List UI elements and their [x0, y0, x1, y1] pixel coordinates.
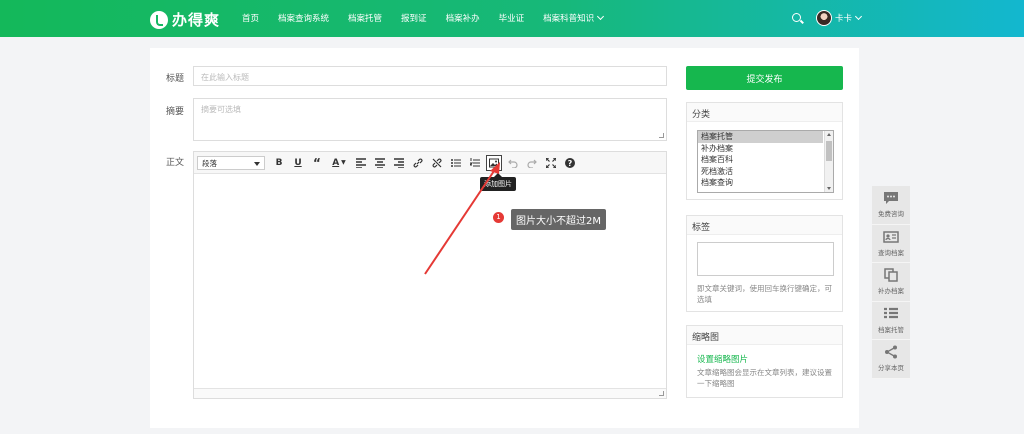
chevron-down-icon: [854, 12, 863, 21]
scroll-up-icon[interactable]: [827, 133, 831, 136]
category-option[interactable]: 档案百科: [698, 154, 823, 166]
side-archive-hosting[interactable]: 档案托管: [872, 302, 910, 340]
side-label: 查询档案: [878, 248, 904, 257]
nav-archive-hosting[interactable]: 档案托管: [348, 12, 382, 24]
copy-icon: [884, 268, 898, 282]
paragraph-format-select[interactable]: 段落: [197, 155, 265, 170]
paragraph-format-value: 段落: [202, 158, 217, 168]
side-label: 档案托管: [878, 325, 904, 334]
side-share-page[interactable]: 分享本页: [872, 340, 910, 379]
listbox-scrollbar[interactable]: [824, 131, 833, 192]
title-input[interactable]: 在此输入标题: [193, 66, 667, 86]
category-option[interactable]: 档案查询: [698, 177, 823, 189]
side-label: 分享本页: [878, 364, 904, 373]
tags-help-text: 即文章关键词，使用回车换行键确定，可选填: [697, 284, 832, 304]
submit-publish-button[interactable]: 提交发布: [686, 66, 843, 90]
scroll-down-icon[interactable]: [827, 187, 831, 190]
tags-panel-title: 标签: [687, 216, 842, 235]
nav-report-card[interactable]: 报到证: [401, 12, 427, 24]
title-placeholder: 在此输入标题: [201, 73, 249, 82]
id-card-icon: [883, 231, 899, 243]
search-icon[interactable]: [792, 13, 801, 22]
avatar: [816, 10, 832, 26]
tags-panel: 标签 即文章关键词，使用回车换行键确定，可选填: [686, 215, 843, 312]
summary-textarea[interactable]: 摘要可选填: [193, 98, 667, 141]
site-logo[interactable]: 办得爽: [150, 9, 220, 30]
resize-handle-icon[interactable]: [659, 133, 664, 138]
scrollbar-thumb[interactable]: [826, 141, 832, 161]
align-right-icon[interactable]: [391, 155, 407, 171]
user-menu[interactable]: 卡卡: [816, 10, 863, 26]
summary-label: 摘要: [166, 107, 185, 117]
image-size-tip-text: 图片大小不超过2M: [516, 216, 601, 227]
tip-number-badge: 1: [493, 212, 504, 223]
nav-archive-knowledge[interactable]: 档案科普知识: [543, 12, 605, 24]
editor-statusbar: [194, 388, 666, 398]
image-size-tip: 图片大小不超过2M: [511, 209, 606, 230]
side-reissue-archive[interactable]: 补办档案: [872, 263, 910, 302]
category-option[interactable]: 档案托管: [698, 131, 823, 143]
nav-archive-knowledge-label: 档案科普知识: [543, 14, 595, 24]
side-query-archive[interactable]: 查询档案: [872, 225, 910, 263]
nav-archive-reissue[interactable]: 档案补办: [446, 12, 480, 24]
side-free-consult[interactable]: 免费咨询: [872, 186, 910, 225]
resize-handle-icon[interactable]: [659, 391, 664, 396]
category-listbox[interactable]: 档案托管 补办档案 档案百科 死档激活 档案查询: [697, 130, 834, 193]
chevron-down-icon: [597, 12, 605, 21]
underline-icon[interactable]: U: [290, 155, 306, 171]
thumbnail-panel: 缩略图 设置缩略图片 文章缩略图会显示在文章列表，建议设置一下缩略图: [686, 325, 843, 398]
category-option[interactable]: 死档激活: [698, 166, 823, 178]
tags-input[interactable]: [697, 242, 834, 276]
floating-side-toolbar: 免费咨询 查询档案 补办档案 档案托管 分享本页: [872, 186, 910, 379]
thumbnail-help-text: 文章缩略图会显示在文章列表，建议设置一下缩略图: [697, 368, 832, 388]
font-color-icon[interactable]: A ▼: [328, 155, 350, 171]
category-option[interactable]: 补办档案: [698, 143, 823, 155]
side-label: 补办档案: [878, 287, 904, 296]
logo-icon: [150, 10, 168, 29]
share-icon: [885, 345, 897, 359]
grid-list-icon: [884, 307, 898, 318]
help-icon[interactable]: ?: [562, 155, 578, 171]
set-thumbnail-link[interactable]: 设置缩略图片: [697, 353, 748, 365]
category-panel-title: 分类: [687, 103, 842, 122]
submit-publish-label: 提交发布: [746, 74, 783, 85]
redo-icon[interactable]: [524, 155, 540, 171]
main-nav: 首页 档案查询系统 档案托管 报到证 档案补办 毕业证 档案科普知识: [242, 12, 622, 24]
nav-diploma[interactable]: 毕业证: [499, 12, 525, 24]
title-label: 标题: [166, 74, 185, 84]
summary-placeholder: 摘要可选填: [201, 105, 241, 114]
fullscreen-icon[interactable]: [543, 155, 559, 171]
logo-text: 办得爽: [172, 11, 221, 29]
category-panel: 分类 档案托管 补办档案 档案百科 死档激活 档案查询: [686, 102, 843, 200]
align-center-icon[interactable]: [372, 155, 388, 171]
side-label: 免费咨询: [878, 210, 904, 219]
nav-home[interactable]: 首页: [242, 12, 259, 24]
svg-text:?: ?: [568, 159, 573, 168]
nav-archive-query[interactable]: 档案查询系统: [278, 12, 329, 24]
user-name: 卡卡: [835, 14, 853, 24]
body-label: 正文: [166, 158, 185, 168]
top-navigation-bar: 办得爽 首页 档案查询系统 档案托管 报到证 档案补办 毕业证 档案科普知识 卡…: [0, 0, 1024, 37]
align-left-icon[interactable]: [353, 155, 369, 171]
blockquote-icon[interactable]: “: [309, 155, 325, 171]
bold-icon[interactable]: B: [271, 155, 287, 171]
chat-icon: [884, 192, 898, 205]
thumbnail-panel-title: 缩略图: [687, 326, 842, 345]
